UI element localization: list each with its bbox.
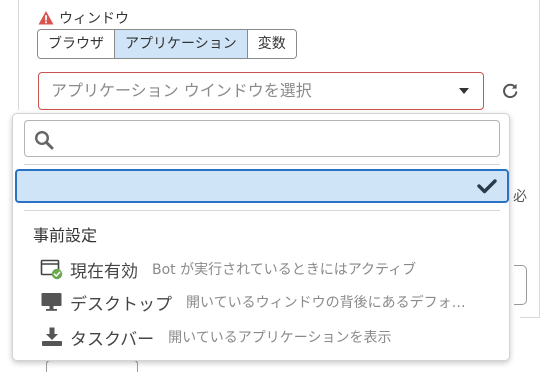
preset-item-current-active[interactable]: 現在有効 Bot が実行されているときにはアクティブ bbox=[40, 256, 416, 282]
presets-section-header: 事前設定 bbox=[33, 226, 98, 245]
tab-application[interactable]: アプリケーション bbox=[115, 30, 248, 58]
background-input-fragment bbox=[514, 265, 527, 305]
application-window-dropdown: 事前設定 現在有効 Bot が実行されているときにはアクティブ デスクトップ 開… bbox=[12, 113, 510, 361]
required-indicator-fragment: 必 bbox=[513, 189, 527, 205]
preset-name: デスクトップ bbox=[70, 294, 172, 315]
preset-description: 開いているアプリケーションを表示 bbox=[168, 330, 392, 346]
preset-name: 現在有効 bbox=[70, 261, 138, 282]
selected-empty-option[interactable] bbox=[15, 169, 509, 203]
application-window-select[interactable]: アプリケーション ウインドウを選択 bbox=[38, 72, 484, 110]
panel-right-border bbox=[539, 0, 540, 318]
dropdown-divider bbox=[24, 164, 500, 165]
preset-item-desktop[interactable]: デスクトップ 開いているウィンドウの背後にあるデフォ… bbox=[40, 289, 466, 315]
download-tray-icon bbox=[42, 327, 62, 346]
chevron-down-icon bbox=[459, 88, 469, 94]
preset-name: タスクバー bbox=[70, 329, 155, 350]
monitor-icon bbox=[41, 293, 62, 311]
search-icon bbox=[34, 130, 54, 150]
warning-icon bbox=[38, 11, 54, 25]
tab-browser[interactable]: ブラウザ bbox=[38, 30, 115, 58]
panel-left-border bbox=[18, 0, 19, 110]
preset-item-taskbar[interactable]: タスクバー 開いているアプリケーションを表示 bbox=[40, 324, 391, 350]
dropdown-search-input[interactable] bbox=[24, 120, 500, 157]
refresh-icon[interactable] bbox=[501, 82, 519, 100]
window-label-text: ウィンドウ bbox=[59, 11, 129, 27]
active-window-icon bbox=[40, 259, 63, 280]
preset-description: 開いているウィンドウの背後にあるデフォ… bbox=[186, 295, 466, 311]
source-tabs: ブラウザ アプリケーション 変数 bbox=[37, 29, 297, 59]
application-window-placeholder: アプリケーション ウインドウを選択 bbox=[51, 81, 312, 100]
background-button-fragment bbox=[46, 360, 138, 372]
dropdown-divider bbox=[24, 210, 500, 211]
panel-bottom-border bbox=[520, 317, 540, 318]
window-field-label: ウィンドウ bbox=[38, 8, 129, 28]
preset-description: Bot が実行されているときにはアクティブ bbox=[152, 262, 417, 278]
checkmark-icon bbox=[477, 179, 497, 194]
tab-variable[interactable]: 変数 bbox=[247, 30, 296, 58]
